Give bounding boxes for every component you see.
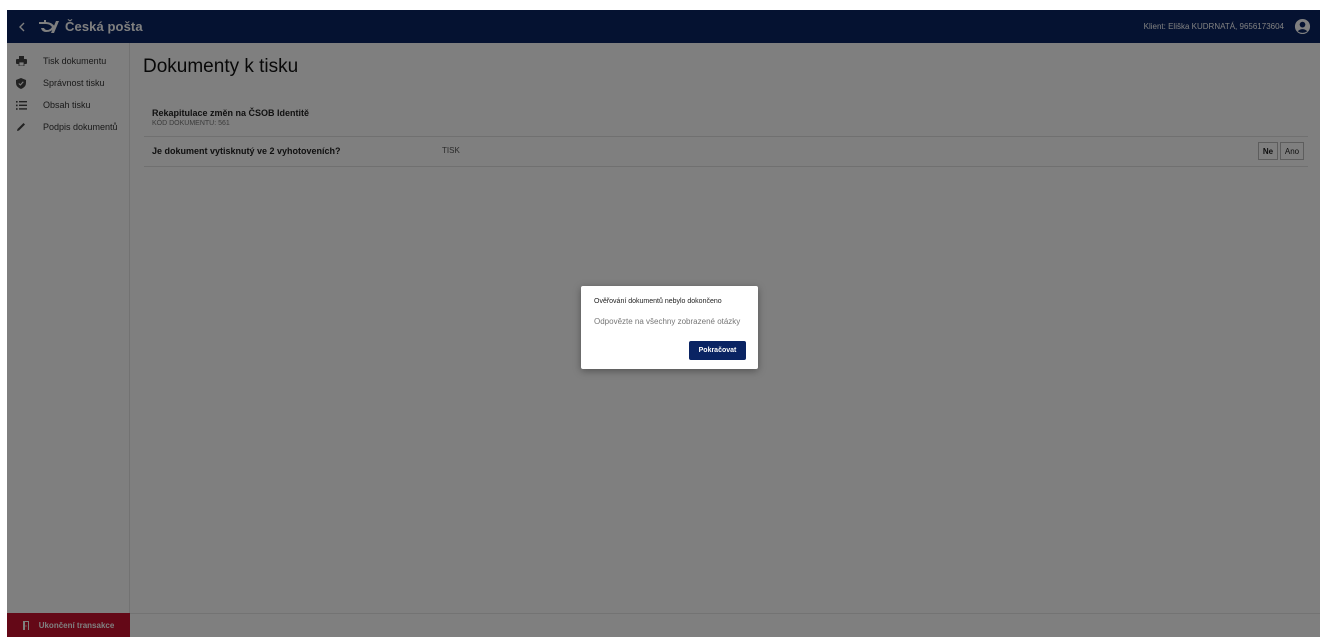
continue-button[interactable]: Pokračovat (689, 341, 746, 360)
app-window: Česká pošta Klient: Eliška KUDRNATÁ, 965… (7, 10, 1320, 637)
dialog-message: Odpovězte na všechny zobrazené otázky (594, 317, 741, 326)
dialog-title: Ověřování dokumentů nebylo dokončeno (594, 298, 722, 305)
validation-dialog: Ověřování dokumentů nebylo dokončeno Odp… (581, 286, 758, 369)
